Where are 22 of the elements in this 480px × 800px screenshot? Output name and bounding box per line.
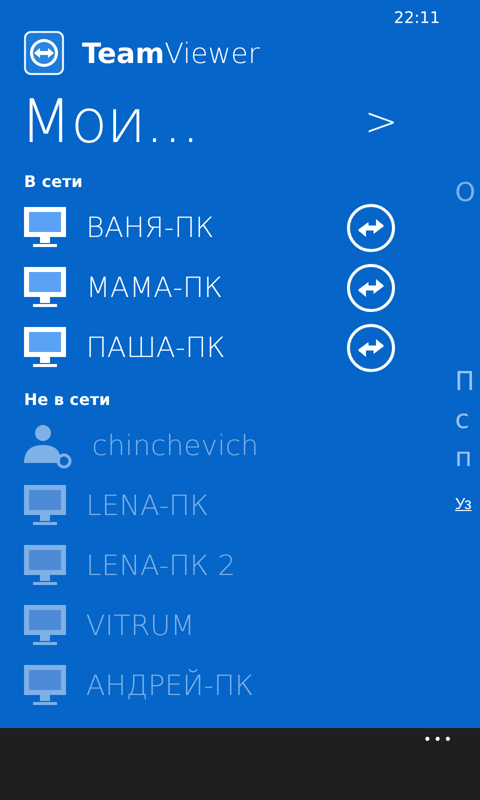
connect-button[interactable] <box>347 204 395 252</box>
clock: 22:11 <box>394 8 440 27</box>
connect-button[interactable] <box>347 324 395 372</box>
group-header: Не в сети <box>24 390 110 409</box>
connect-button[interactable] <box>347 264 395 312</box>
subtitle: О <box>455 177 476 210</box>
next-arrow[interactable]: > <box>364 102 397 142</box>
connect-arrows-icon <box>357 218 385 238</box>
paragraph-text: с <box>455 405 470 435</box>
device-name[interactable]: ПАША-ПК <box>86 327 347 369</box>
paragraph-text: п <box>455 443 472 473</box>
app-logo-icon <box>24 31 66 77</box>
more-button[interactable]: ••• <box>419 730 458 751</box>
paragraph-text: П <box>455 367 475 397</box>
device-name[interactable]: МАМА-ПК <box>86 267 347 309</box>
pivot-title[interactable]: Мои... <box>20 92 200 152</box>
learn-more-link[interactable]: Уз <box>455 493 472 517</box>
connect-arrows-icon <box>357 338 385 358</box>
group-header: В сети <box>24 172 83 191</box>
connect-arrows-icon <box>357 278 385 298</box>
app-name: TeamViewer <box>82 40 260 68</box>
device-name[interactable]: ВАНЯ-ПК <box>86 207 347 249</box>
